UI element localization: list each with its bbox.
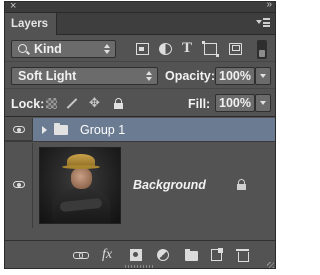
shape-filter-icon[interactable] xyxy=(202,41,219,57)
blend-row: Soft Light Opacity: 100% xyxy=(5,63,275,89)
folder-icon[interactable] xyxy=(185,249,198,261)
filter-toggle-switch[interactable] xyxy=(257,40,267,59)
opacity-label: Opacity: xyxy=(165,69,216,83)
smart-object-filter-icon[interactable] xyxy=(229,43,242,55)
adjustment-icon[interactable] xyxy=(157,249,169,261)
expand-arrow-icon[interactable] xyxy=(42,126,47,134)
visibility-toggle[interactable] xyxy=(5,118,33,141)
layer-row-group-1[interactable]: Group 1 xyxy=(5,118,275,142)
layers-bottom-toolbar: fx xyxy=(5,240,275,268)
new-layer-icon[interactable] xyxy=(211,248,223,261)
opacity-input[interactable]: 100% xyxy=(215,67,255,85)
collapse-icon[interactable]: » xyxy=(266,2,271,10)
layer-row-background[interactable]: Background xyxy=(5,143,275,228)
fill-dropdown-button[interactable] xyxy=(255,94,271,112)
layer-thumbnail xyxy=(39,147,121,224)
resize-corner-icon[interactable] xyxy=(267,262,274,268)
folder-icon xyxy=(54,123,68,135)
image-filter-icon[interactable] xyxy=(136,43,149,55)
type-filter-icon[interactable]: T xyxy=(182,41,195,56)
lock-icon xyxy=(236,179,247,191)
close-icon[interactable]: × xyxy=(10,2,16,12)
mask-icon[interactable] xyxy=(130,249,142,261)
filter-kind-select[interactable]: Kind xyxy=(11,40,116,58)
filter-row: Kind T xyxy=(5,36,275,62)
layers-panel: × » Layers Kind T Soft Light Opacity: 10… xyxy=(4,1,276,269)
lock-position-move-icon[interactable]: ✥ xyxy=(89,96,100,109)
lock-transparency-icon[interactable] xyxy=(46,98,57,109)
filter-kind-label: Kind xyxy=(34,42,62,56)
panel-menu-icon[interactable] xyxy=(256,17,270,29)
opacity-dropdown-button[interactable] xyxy=(255,67,271,85)
lock-label: Lock: xyxy=(11,97,45,111)
layer-name: Background xyxy=(133,178,206,192)
fill-label: Fill: xyxy=(188,97,211,111)
layer-name: Group 1 xyxy=(80,123,126,137)
search-icon xyxy=(18,44,27,53)
fill-input[interactable]: 100% xyxy=(215,94,255,112)
lock-all-icon[interactable] xyxy=(113,98,124,109)
visibility-toggle[interactable] xyxy=(5,143,33,228)
resize-grip[interactable] xyxy=(125,265,155,268)
trash-icon[interactable] xyxy=(236,249,249,262)
tab-layers[interactable]: Layers xyxy=(5,13,57,35)
updown-arrows-icon xyxy=(146,71,152,81)
adjustment-filter-icon[interactable] xyxy=(159,43,172,55)
blend-mode-select[interactable]: Soft Light xyxy=(11,67,158,85)
blend-mode-value: Soft Light xyxy=(18,69,77,83)
lock-pixels-brush-icon[interactable] xyxy=(67,98,78,109)
eye-icon xyxy=(13,181,25,188)
tab-bar: Layers xyxy=(5,13,275,35)
updown-arrows-icon xyxy=(104,44,110,54)
layers-list: Group 1 Background xyxy=(5,118,275,238)
panel-title-bar: × » xyxy=(5,2,275,13)
link-icon[interactable] xyxy=(73,249,89,261)
lock-row: Lock: ✥ Fill: 100% xyxy=(5,90,275,117)
eye-icon xyxy=(13,126,25,133)
fx-icon[interactable]: fx xyxy=(102,248,112,262)
